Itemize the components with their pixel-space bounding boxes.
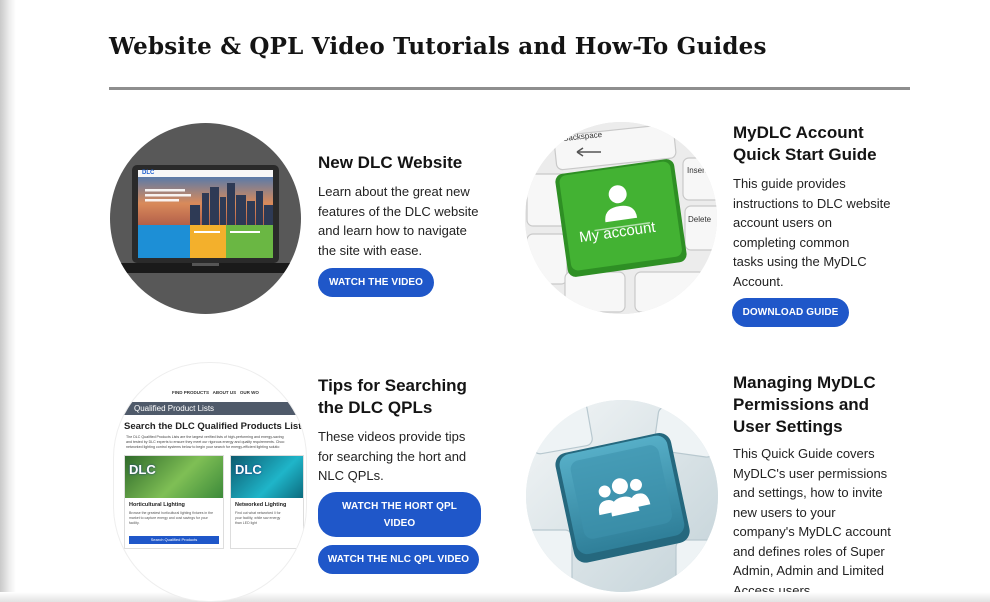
card-description-new-dlc-website: Learn about the great new features of th… [318, 182, 478, 260]
description-line: company's MyDLC account [733, 524, 891, 539]
teal-key-thumbnail[interactable] [526, 400, 718, 592]
body-line: and tested by DLC experts to ensure they… [126, 440, 285, 444]
description-line: NLC QPLs. [318, 468, 384, 483]
page-title: Website & QPL Video Tutorials and How-To… [109, 33, 767, 60]
title-line: Quick Start Guide [733, 145, 877, 164]
title-line: the DLC QPLs [318, 398, 433, 417]
tile-title: Networked Lighting [235, 502, 287, 508]
title-line: Managing MyDLC [733, 373, 876, 392]
title-line: New DLC Website [318, 153, 463, 172]
watch-the-video-button[interactable]: WATCH THE VIDEO [318, 268, 434, 297]
description-line: and settings, how to invite [733, 485, 883, 500]
description-line: account users on [733, 215, 833, 230]
description-line: Learn about the great new [318, 184, 470, 199]
body-line: networked lighting control systems below… [126, 445, 280, 449]
site-nav: FIND PRODUCTS ABOUT US OUR WO [172, 390, 259, 395]
title-divider [109, 87, 910, 90]
dlc-logo: DLC [235, 462, 262, 477]
description-line: completing common [733, 234, 850, 250]
description-line: instructions to DLC website [733, 195, 891, 211]
tile-text: Find out what networked li for your faci… [235, 511, 281, 525]
card-description-managing-mydlc: This Quick Guide covers MyDLC's user per… [733, 444, 891, 592]
search-qualified-products-button[interactable]: Search Qualified Products [129, 536, 219, 544]
description-line: new users to your [733, 504, 836, 520]
description-line: tasks using the MyDLC [733, 254, 867, 269]
description-line: Access users. [733, 582, 814, 593]
title-line: Permissions and [733, 395, 870, 414]
card-title-tips-for-searching: Tips for Searching the DLC QPLs [318, 375, 467, 419]
card-title-managing-mydlc: Managing MyDLC Permissions and User Sett… [733, 372, 876, 438]
tile-title: Horticultural Lighting [129, 502, 185, 508]
qpl-heading: Search the DLC Qualified Products Lists [124, 421, 307, 432]
description-line: Account. [733, 273, 784, 289]
title-line: User Settings [733, 417, 843, 436]
body-line: The DLC Qualified Products Lists are the… [126, 435, 284, 439]
keyboard-thumbnail[interactable]: Backspace Insert Delete Shift My account [525, 122, 717, 314]
window-frame-bottom [0, 592, 990, 602]
title-line: Tips for Searching [318, 376, 467, 395]
card-title-new-dlc-website: New DLC Website [318, 152, 462, 174]
description-line: These videos provide tips [318, 429, 466, 444]
description-line: and learn how to navigate [318, 223, 467, 238]
qpl-banner: Qualified Product Lists [114, 402, 306, 415]
description-line: and defines roles of Super [733, 543, 885, 559]
nav-item: FIND PRODUCTS [172, 390, 209, 395]
card-description-tips-for-searching: These videos provide tips for searching … [318, 427, 466, 486]
key-label-shift: Shift [537, 288, 554, 297]
description-line: the site with ease. [318, 242, 423, 258]
button-label-line: WATCH THE HORT QPL [342, 500, 457, 512]
horticultural-tile[interactable]: DLC Horticultural Lighting Browse the gr… [124, 455, 224, 549]
description-line: for searching the hort and [318, 448, 467, 464]
description-line: Admin, Admin and Limited [733, 563, 885, 578]
key-label-insert: Insert [687, 166, 708, 175]
description-line: features of the DLC website [318, 203, 479, 219]
description-line: This Quick Guide covers [733, 446, 875, 461]
qpl-body: The DLC Qualified Products Lists are the… [126, 435, 306, 450]
nav-item: OUR WO [239, 390, 259, 395]
banner-text: Qualified Product Lists [134, 404, 215, 413]
laptop-thumbnail[interactable]: DLC [110, 123, 301, 314]
nav-item: ABOUT US [212, 390, 237, 395]
download-guide-button[interactable]: DOWNLOAD GUIDE [732, 298, 849, 327]
networked-lighting-tile[interactable]: DLC Networked Lighting Find out what net… [230, 455, 304, 549]
watch-hort-qpl-video-button[interactable]: WATCH THE HORT QPL VIDEO [318, 492, 481, 537]
button-label-line: VIDEO [383, 517, 416, 529]
watch-nlc-qpl-video-button[interactable]: WATCH THE NLC QPL VIDEO [318, 545, 479, 574]
qpl-site-thumbnail[interactable]: FIND PRODUCTS ABOUT US OUR WO Qualified … [113, 362, 307, 602]
window-frame-left [0, 0, 16, 602]
card-title-mydlc-account: MyDLC Account Quick Start Guide [733, 122, 877, 166]
key-label-delete: Delete [688, 215, 712, 224]
title-line: MyDLC Account [733, 123, 864, 142]
description-line: This guide provides [733, 176, 846, 191]
dlc-logo: DLC [129, 462, 156, 477]
tile-text: Browse the greatest horticultural lighti… [129, 511, 214, 525]
description-line: MyDLC's user permissions [733, 465, 888, 481]
dlc-logo: DLC [142, 170, 155, 176]
card-description-mydlc-account: This guide provides instructions to DLC … [733, 174, 891, 291]
